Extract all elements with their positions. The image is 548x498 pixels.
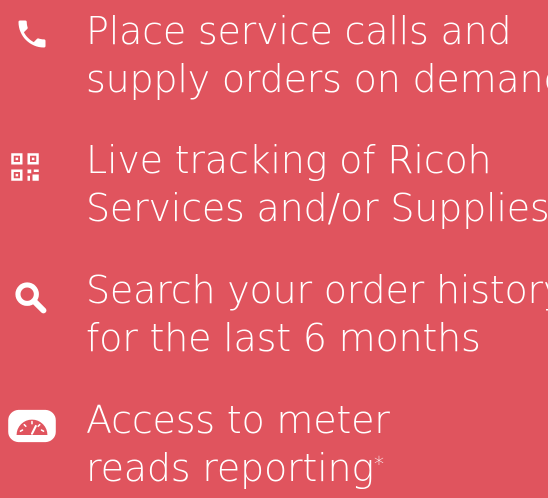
feature-line-2: Services and/or Supplies bbox=[86, 186, 548, 230]
feature-live-tracking: Live tracking of Ricoh Services and/or S… bbox=[0, 130, 548, 250]
feature-text: Place service calls and supply orders on… bbox=[86, 7, 548, 103]
feature-line-1: Live tracking of Ricoh bbox=[86, 138, 492, 182]
feature-text: Access to meter reads reporting* bbox=[86, 396, 390, 492]
search-icon bbox=[15, 282, 47, 314]
feature-line-2: for the last 6 months bbox=[86, 316, 481, 360]
feature-line-1: Place service calls and bbox=[86, 9, 512, 53]
meter-gauge-icon bbox=[8, 409, 56, 443]
feature-line-1: Search your order history bbox=[86, 268, 548, 312]
feature-order-history: Search your order history for the last 6… bbox=[0, 260, 548, 380]
feature-meter-reads: Access to meter reads reporting* bbox=[0, 390, 548, 498]
feature-service-calls: Place service calls and supply orders on… bbox=[0, 0, 548, 120]
footnote-asterisk: * bbox=[373, 452, 384, 476]
feature-line-2-text: reads reporting bbox=[86, 446, 374, 490]
feature-line-1: Access to meter bbox=[86, 398, 390, 442]
qr-code-icon bbox=[11, 153, 39, 181]
phone-icon bbox=[18, 20, 46, 48]
feature-line-2: reads reporting* bbox=[86, 444, 390, 492]
feature-text: Live tracking of Ricoh Services and/or S… bbox=[86, 136, 548, 232]
feature-line-2: supply orders on demand bbox=[86, 57, 548, 101]
feature-text: Search your order history for the last 6… bbox=[86, 266, 548, 362]
